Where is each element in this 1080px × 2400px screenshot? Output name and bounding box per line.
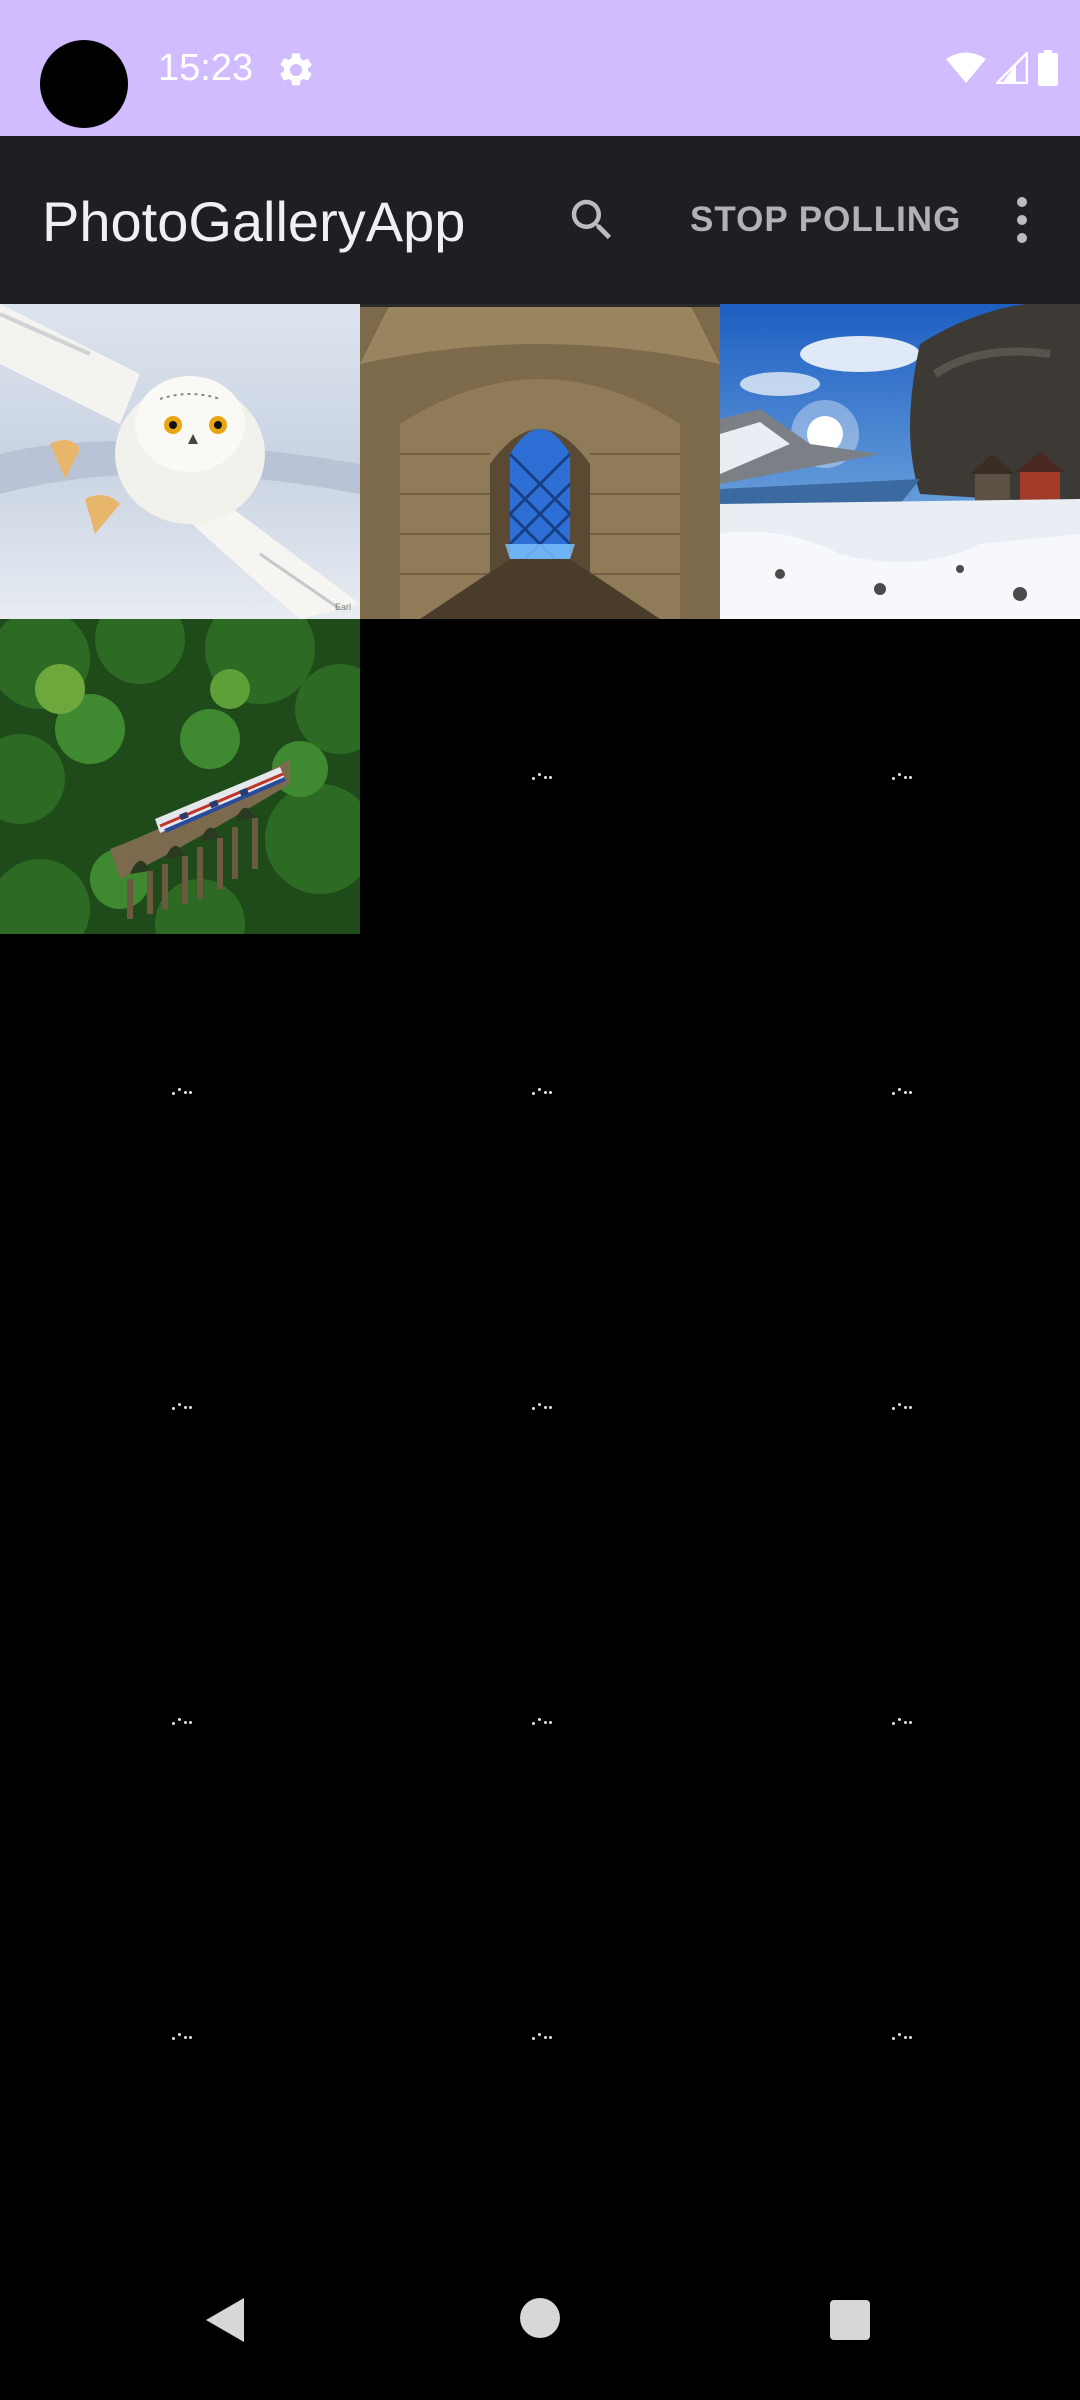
loading-placeholder xyxy=(720,1879,1080,2194)
battery-icon xyxy=(1038,50,1058,86)
loading-placeholder xyxy=(0,1249,360,1564)
loading-placeholder xyxy=(720,1564,1080,1879)
snowy-owl-photo: Earl xyxy=(0,304,360,619)
photo-thumbnail[interactable] xyxy=(0,619,360,934)
photo-thumbnail[interactable] xyxy=(360,304,720,619)
cellular-signal-icon xyxy=(996,52,1028,84)
svg-text:Earl: Earl xyxy=(335,602,351,612)
loading-placeholder xyxy=(0,1564,360,1879)
loading-spinner-icon xyxy=(890,771,912,781)
snowy-fjord-photo xyxy=(720,304,1080,619)
wifi-icon xyxy=(946,52,986,83)
app-bar: PhotoGalleryApp STOP POLLING xyxy=(0,136,1080,304)
recents-icon[interactable] xyxy=(830,2300,870,2340)
loading-placeholder xyxy=(0,934,360,1249)
photo-thumbnail[interactable] xyxy=(720,304,1080,619)
navigation-bar xyxy=(0,2274,1080,2400)
loading-spinner-icon xyxy=(890,1401,912,1411)
status-icons xyxy=(946,48,1058,88)
loading-placeholder xyxy=(0,1879,360,2194)
loading-placeholder xyxy=(360,1249,720,1564)
train-viaduct-photo xyxy=(0,619,360,934)
back-icon[interactable] xyxy=(204,2296,248,2344)
loading-spinner-icon xyxy=(170,1086,192,1096)
stone-archway-photo xyxy=(360,304,720,619)
loading-spinner-icon xyxy=(530,1086,552,1096)
status-bar: 15:23 xyxy=(0,0,1080,136)
photo-grid: Earl xyxy=(0,304,1080,2194)
loading-spinner-icon xyxy=(170,2031,192,2041)
loading-placeholder xyxy=(360,1879,720,2194)
loading-spinner-icon xyxy=(170,1401,192,1411)
loading-placeholder xyxy=(360,619,720,934)
photo-thumbnail[interactable]: Earl xyxy=(0,304,360,619)
loading-spinner-icon xyxy=(530,1716,552,1726)
more-options-button[interactable] xyxy=(1002,190,1042,250)
settings-icon xyxy=(280,53,312,86)
search-button[interactable] xyxy=(562,190,622,250)
loading-spinner-icon xyxy=(890,1086,912,1096)
loading-placeholder xyxy=(720,934,1080,1249)
camera-cutout xyxy=(40,40,128,128)
status-time: 15:23 xyxy=(158,47,254,89)
loading-placeholder xyxy=(360,934,720,1249)
loading-spinner-icon xyxy=(170,1716,192,1726)
app-title: PhotoGalleryApp xyxy=(42,190,466,253)
loading-spinner-icon xyxy=(890,2031,912,2041)
search-icon xyxy=(571,199,612,240)
loading-spinner-icon xyxy=(530,2031,552,2041)
stop-polling-button[interactable]: STOP POLLING xyxy=(690,194,961,246)
home-icon[interactable] xyxy=(520,2298,560,2338)
loading-spinner-icon xyxy=(530,771,552,781)
loading-placeholder xyxy=(720,1249,1080,1564)
loading-spinner-icon xyxy=(530,1401,552,1411)
more-vert-icon xyxy=(1017,197,1027,207)
loading-placeholder xyxy=(720,619,1080,934)
loading-spinner-icon xyxy=(890,1716,912,1726)
loading-placeholder xyxy=(360,1564,720,1879)
